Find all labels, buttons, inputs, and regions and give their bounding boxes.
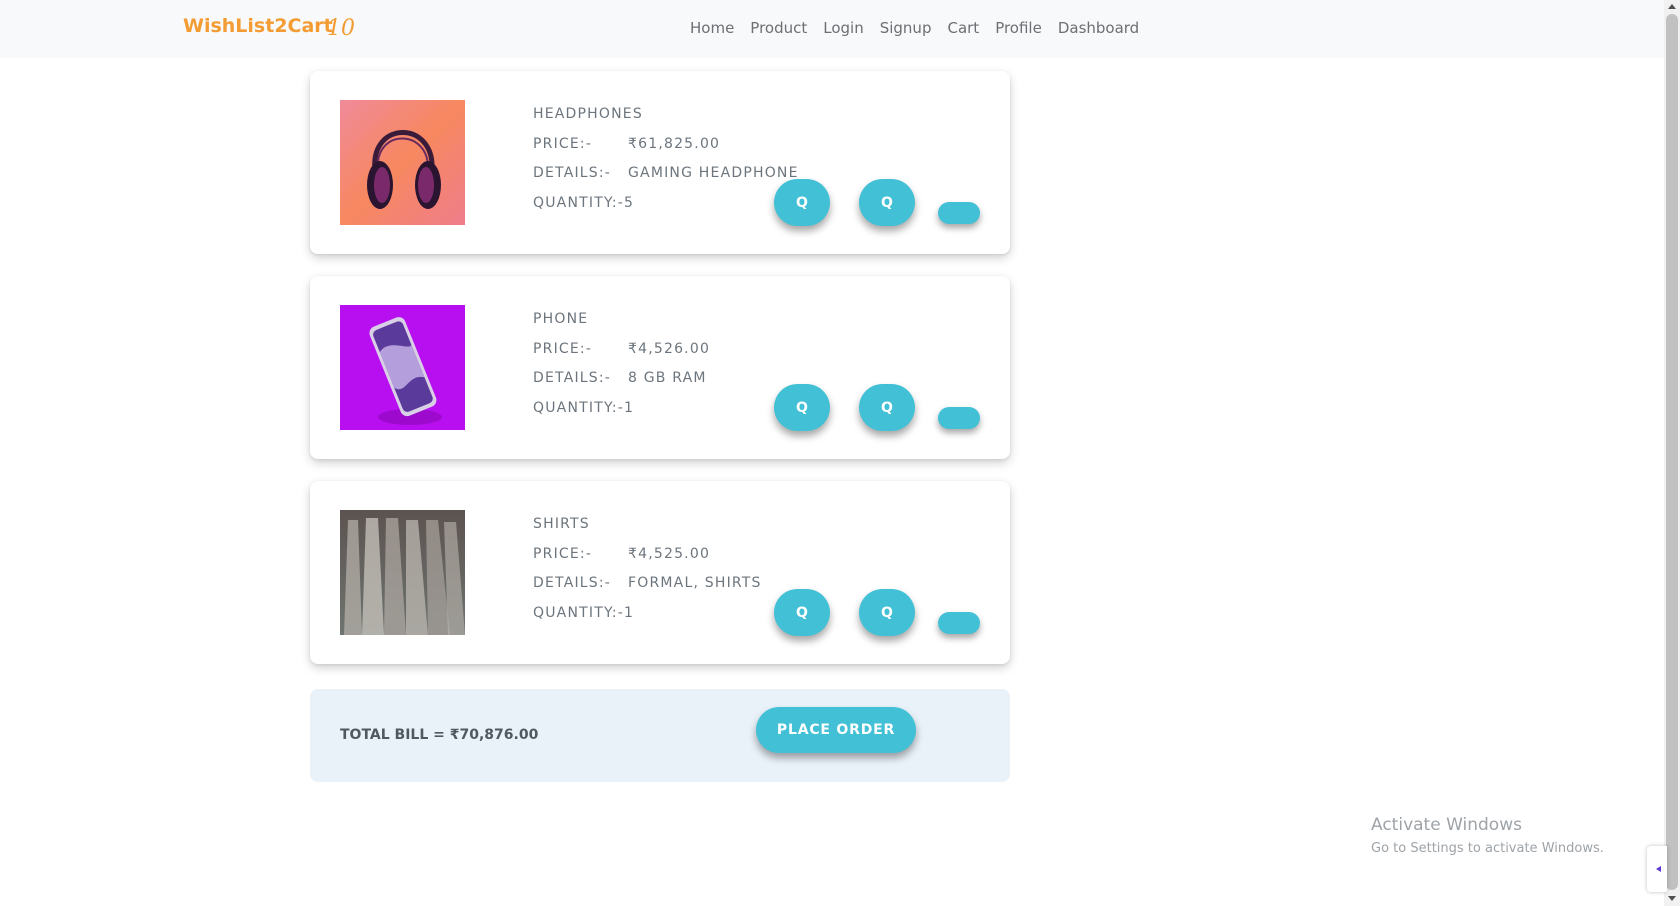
item-info: PHONE PRICE:- ₹4,526.00 DETAILS:- 8 GB RAM… [533, 311, 710, 429]
details-label: DETAILS:- [533, 370, 612, 386]
total-bill: TOTAL BILL = ₹70,876.00 [340, 727, 539, 743]
phone-photo [340, 305, 465, 430]
place-order-button[interactable]: PLACE ORDER [756, 707, 916, 753]
activate-windows-subtitle: Go to Settings to activate Windows. [1371, 841, 1604, 856]
price-label: PRICE:- [533, 340, 593, 357]
cart-item-card: HEADPHONES PRICE:- ₹61,825.00 DETAILS:- GA… [310, 71, 1010, 254]
item-price: ₹61,825.00 [628, 135, 721, 152]
scroll-thumb[interactable] [1666, 14, 1678, 890]
decrease-quantity-button[interactable]: Q [774, 384, 830, 431]
item-price: ₹4,525.00 [628, 545, 711, 562]
scroll-down-arrow-icon[interactable] [1668, 896, 1676, 901]
activate-windows-title: Activate Windows [1371, 815, 1522, 835]
nav-link-home[interactable]: Home [690, 19, 734, 37]
brand-logo[interactable]: WishList2Cart [183, 15, 333, 37]
decrease-quantity-button[interactable]: Q [774, 589, 830, 636]
chevron-left-icon [1656, 866, 1661, 872]
item-name: SHIRTS [533, 516, 590, 532]
item-price: ₹4,526.00 [628, 340, 711, 357]
nav-links: Home Product Login Signup Cart Profile D… [690, 19, 1155, 37]
item-quantity: QUANTITY:-5 [533, 194, 635, 211]
item-info: SHIRTS PRICE:- ₹4,525.00 DETAILS:- FORMAL,… [533, 516, 762, 634]
item-details: FORMAL, SHIRTS [628, 575, 762, 591]
side-widget-tab[interactable] [1647, 846, 1667, 892]
headphones-photo [340, 100, 465, 225]
item-name: HEADPHONES [533, 106, 643, 122]
nav-link-product[interactable]: Product [750, 19, 807, 37]
nav-link-login[interactable]: Login [823, 19, 863, 37]
total-bill-panel: TOTAL BILL = ₹70,876.00 PLACE ORDER [310, 689, 1010, 782]
shirts-photo [340, 510, 465, 635]
nav-link-signup[interactable]: Signup [880, 19, 932, 37]
remove-item-button[interactable] [938, 202, 980, 224]
item-details: GAMING HEADPHONE [628, 165, 799, 181]
decrease-quantity-button[interactable]: Q [774, 179, 830, 226]
item-info: HEADPHONES PRICE:- ₹61,825.00 DETAILS:- GA… [533, 106, 799, 224]
increase-quantity-button[interactable]: Q [859, 384, 915, 431]
navbar: WishList2Cart 10 Home Product Login Sign… [0, 0, 1664, 58]
increase-quantity-button[interactable]: Q [859, 589, 915, 636]
cart-item-card: PHONE PRICE:- ₹4,526.00 DETAILS:- 8 GB RAM… [310, 276, 1010, 459]
price-label: PRICE:- [533, 545, 593, 562]
scroll-up-arrow-icon[interactable] [1668, 4, 1676, 9]
details-label: DETAILS:- [533, 575, 612, 591]
cart-count-badge: 10 [327, 16, 355, 41]
item-details: 8 GB RAM [628, 370, 707, 386]
nav-link-cart[interactable]: Cart [947, 19, 979, 37]
price-label: PRICE:- [533, 135, 593, 152]
details-label: DETAILS:- [533, 165, 612, 181]
nav-link-dashboard[interactable]: Dashboard [1058, 19, 1139, 37]
item-name: PHONE [533, 311, 589, 327]
item-quantity: QUANTITY:-1 [533, 399, 635, 416]
cart-item-card: SHIRTS PRICE:- ₹4,525.00 DETAILS:- FORMAL,… [310, 481, 1010, 664]
vertical-scrollbar[interactable] [1664, 0, 1680, 906]
increase-quantity-button[interactable]: Q [859, 179, 915, 226]
nav-link-profile[interactable]: Profile [995, 19, 1042, 37]
item-quantity: QUANTITY:-1 [533, 604, 635, 621]
remove-item-button[interactable] [938, 407, 980, 429]
remove-item-button[interactable] [938, 612, 980, 634]
